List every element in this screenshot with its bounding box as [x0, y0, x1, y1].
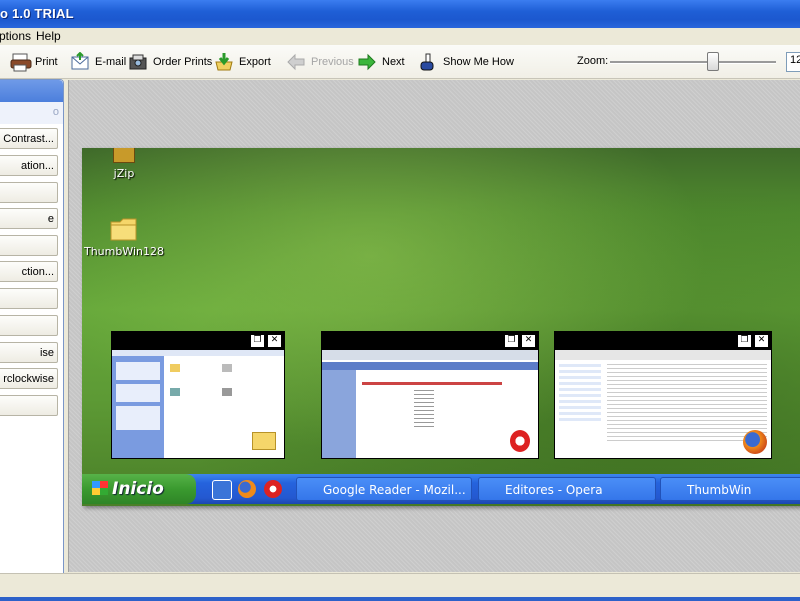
thumbnail-window-explorer[interactable]: ❐ ✕	[111, 331, 285, 459]
window-titlebar[interactable]: o 1.0 TRIAL	[0, 0, 800, 28]
windows-logo-icon	[92, 481, 108, 495]
next-label: Next	[382, 56, 405, 68]
sidebar-button-correction[interactable]: ction...	[0, 261, 58, 282]
menu-bar: ptions Help	[0, 28, 800, 46]
zoom-input[interactable]: 12	[786, 52, 800, 72]
zoom-slider-thumb[interactable]	[707, 52, 719, 71]
email-label: E-mail	[95, 56, 127, 68]
email-button[interactable]: E-mail	[70, 51, 126, 73]
folder-icon	[252, 432, 276, 450]
order-prints-button[interactable]: Order Prints	[128, 51, 212, 73]
email-icon	[70, 51, 90, 72]
export-icon	[214, 52, 234, 72]
sidebar-button-3[interactable]	[0, 182, 58, 203]
desktop-icon-thumbwin: ThumbWin128	[82, 216, 166, 258]
task-google-reader[interactable]: Google Reader - Mozil...	[296, 477, 472, 501]
task-thumbwin[interactable]: ThumbWin	[660, 477, 800, 501]
previous-button[interactable]: Previous	[286, 51, 354, 73]
order-prints-label: Order Prints	[153, 56, 213, 68]
next-button[interactable]: Next	[357, 51, 405, 73]
tasks-panel-header[interactable]	[0, 80, 63, 102]
print-button[interactable]: Print	[10, 51, 58, 73]
zoom-slider-track[interactable]	[610, 61, 776, 64]
order-prints-icon	[128, 52, 148, 72]
previous-label: Previous	[311, 56, 354, 68]
sidebar-button-rotate-clockwise[interactable]: ise	[0, 342, 58, 363]
opera-logo-icon	[510, 430, 530, 452]
thumbnail-window-firefox[interactable]: ❐ ✕	[554, 331, 772, 459]
close-icon[interactable]: ✕	[521, 334, 536, 348]
quicklaunch-firefox-icon[interactable]	[238, 480, 256, 498]
desktop-icon-jzip: jZip	[102, 148, 146, 180]
desktop-taskbar: Inicio Google Reader - Mozil... Editores…	[82, 474, 800, 504]
sidebar-button-8[interactable]	[0, 315, 58, 336]
quicklaunch-ie-icon[interactable]	[212, 480, 232, 500]
print-label: Print	[35, 56, 58, 68]
show-me-how-label: Show Me How	[443, 56, 514, 68]
menu-options[interactable]: ptions	[0, 29, 31, 43]
show-me-how-button[interactable]: Show Me How	[418, 51, 514, 73]
zip-folder-icon	[113, 148, 135, 163]
task-opera[interactable]: Editores - Opera	[478, 477, 656, 501]
window-title: o 1.0 TRIAL	[0, 6, 74, 21]
close-icon[interactable]: ✕	[754, 334, 769, 348]
sidebar-button-11[interactable]	[0, 395, 58, 416]
folder-icon	[110, 218, 137, 241]
tasks-panel-subheader: o	[0, 102, 63, 124]
sidebar-button-rotate-counterclockwise[interactable]: rclockwise	[0, 368, 58, 389]
sidebar-button-contrast[interactable]: Contrast...	[0, 128, 58, 149]
preview-image: jZip ThumbWin128 ❐ ✕ ❐ ✕ ❐ ✕ Inicio Goog…	[82, 148, 800, 506]
next-arrow-icon	[357, 52, 377, 72]
menu-help[interactable]: Help	[36, 29, 61, 43]
previous-arrow-icon	[286, 52, 306, 72]
sidebar-button-saturation[interactable]: ation...	[0, 155, 58, 176]
sidebar-button-5[interactable]	[0, 235, 58, 256]
export-button[interactable]: Export	[214, 51, 271, 73]
sidebar-button-7[interactable]	[0, 288, 58, 309]
printer-icon	[10, 52, 32, 72]
restore-icon[interactable]: ❐	[504, 334, 519, 348]
firefox-logo-icon	[743, 430, 767, 454]
start-button[interactable]: Inicio	[82, 474, 196, 504]
close-icon[interactable]: ✕	[267, 334, 282, 348]
thumbnail-window-opera[interactable]: ❐ ✕	[321, 331, 539, 459]
export-label: Export	[239, 56, 271, 68]
restore-icon[interactable]: ❐	[737, 334, 752, 348]
quicklaunch-opera-icon[interactable]	[264, 480, 282, 498]
sidebar-button-4[interactable]: e	[0, 208, 58, 229]
status-bar	[0, 573, 800, 601]
show-me-how-icon	[418, 52, 438, 72]
zoom-label: Zoom:	[577, 55, 609, 67]
restore-icon[interactable]: ❐	[250, 334, 265, 348]
